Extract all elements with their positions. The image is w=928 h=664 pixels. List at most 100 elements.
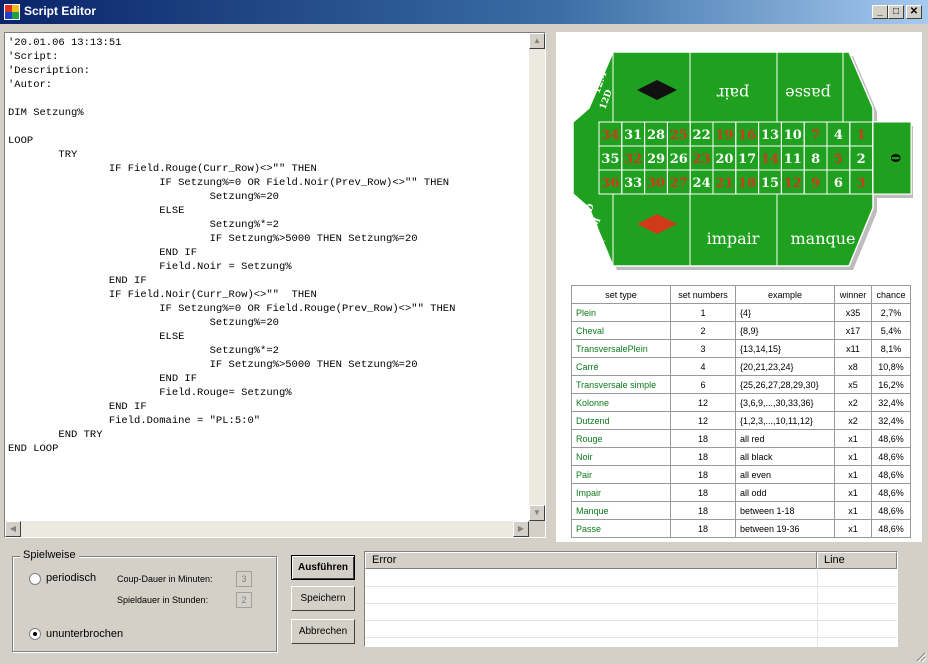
code-editor[interactable]: '20.01.06 13:13:51 'Script: 'Description…: [4, 32, 546, 538]
scroll-right-icon[interactable]: ▶: [513, 521, 529, 537]
scroll-up-icon[interactable]: ▲: [529, 33, 545, 49]
coup-dauer-field[interactable]: 3: [236, 571, 252, 587]
table-row: Transversale simple 6 {25,26,27,28,29,30} x…: [571, 375, 911, 394]
table-cell: {8,9}: [735, 321, 835, 340]
table-cell: {25,26,27,28,29,30}: [735, 375, 835, 394]
scroll-left-icon[interactable]: ◀: [5, 521, 21, 537]
number-label: 25: [670, 128, 688, 143]
run-button[interactable]: Ausführen: [291, 555, 355, 580]
table-row: Dutzend 12 {1,2,3,...,10,11,12} x2 32,4%: [571, 411, 911, 430]
passe-label: passe: [785, 84, 831, 103]
table-row: Noir 18 all black x1 48,6%: [571, 447, 911, 466]
table-header-cell: chance: [871, 285, 911, 304]
table-row: Cheval 2 {8,9} x17 5,4%: [571, 321, 911, 340]
number-label: 6: [834, 176, 843, 191]
number-label: 16: [738, 128, 756, 143]
table-cell: {20,21,23,24}: [735, 357, 835, 376]
table-cell: 4: [670, 357, 736, 376]
maximize-button[interactable]: □: [888, 5, 904, 19]
table-cell: 48,6%: [871, 465, 911, 484]
scroll-corner: [529, 521, 545, 537]
table-header-cell: example: [735, 285, 835, 304]
minimize-button[interactable]: _: [872, 5, 888, 19]
title-bar[interactable]: [0, 0, 928, 24]
table-cell: 48,6%: [871, 447, 911, 466]
periodisch-label[interactable]: periodisch: [46, 572, 96, 584]
error-list[interactable]: Error Line: [364, 551, 898, 647]
number-label: 23: [693, 152, 711, 167]
table-cell: 12: [670, 411, 736, 430]
grid-column-divider: [817, 569, 818, 646]
spielweise-legend: Spielweise: [20, 549, 79, 561]
table-cell: Carré: [571, 357, 671, 376]
table-cell: Rouge: [571, 429, 671, 448]
table-cell: 12: [670, 393, 736, 412]
number-label: 11: [784, 152, 802, 167]
table-cell: x1: [834, 465, 872, 484]
spieldauer-field[interactable]: 2: [236, 592, 252, 608]
table-header-cell: winner: [834, 285, 872, 304]
ununterbrochen-label[interactable]: ununterbrochen: [46, 628, 123, 640]
table-cell: all even: [735, 465, 835, 484]
spieldauer-label: Spieldauer in Stunden:: [117, 595, 209, 605]
number-label: 3: [857, 176, 866, 191]
roulette-table: 34 31 28 25 22 19 16 13 10 7 4 135 32 29 26 23 20 17 14 11 8…: [573, 51, 913, 270]
code-text[interactable]: '20.01.06 13:13:51 'Script: 'Description…: [8, 36, 528, 516]
table-row: Impair 18 all odd x1 48,6%: [571, 483, 911, 502]
table-cell: 2: [670, 321, 736, 340]
cancel-button[interactable]: Abbrechen: [291, 619, 355, 644]
table-cell: all black: [735, 447, 835, 466]
table-cell: x5: [834, 375, 872, 394]
table-cell: 32,4%: [871, 411, 911, 430]
table-row: Plein 1 {4} x35 2,7%: [571, 303, 911, 322]
table-cell: 3: [670, 339, 736, 358]
table-cell: x35: [834, 303, 872, 322]
error-column-header[interactable]: Error: [365, 552, 817, 569]
table-cell: x2: [834, 393, 872, 412]
number-label: 5: [834, 152, 843, 167]
number-label: 26: [670, 152, 688, 167]
line-column-header[interactable]: Line: [817, 552, 897, 569]
table-row: Carré 4 {20,21,23,24} x8 10,8%: [571, 357, 911, 376]
table-row: TransversalePlein 3 {13,14,15} x11 8,1%: [571, 339, 911, 358]
table-header-cell: set numbers: [670, 285, 736, 304]
table-cell: Plein: [571, 303, 671, 322]
periodisch-radio[interactable]: [29, 573, 41, 585]
table-cell: {1,2,3,...,10,11,12}: [735, 411, 835, 430]
number-label: 7: [811, 128, 820, 143]
number-label: 13: [761, 128, 779, 143]
number-label: 17: [738, 152, 756, 167]
table-cell: x17: [834, 321, 872, 340]
resize-grip-icon[interactable]: [914, 650, 926, 662]
manque-label: manque: [790, 229, 855, 248]
ununterbrochen-radio[interactable]: [29, 628, 41, 640]
vertical-scrollbar[interactable]: ▲ ▼: [529, 33, 545, 521]
table-cell: 18: [670, 501, 736, 520]
zero-label: 0: [887, 153, 902, 162]
number-label: 12: [784, 176, 802, 191]
table-cell: 10,8%: [871, 357, 911, 376]
save-button[interactable]: Speichern: [291, 586, 355, 611]
close-button[interactable]: ✕: [906, 5, 922, 19]
table-cell: 32,4%: [871, 393, 911, 412]
table-cell: Dutzend: [571, 411, 671, 430]
number-label: 31: [624, 128, 642, 143]
number-label: 8: [811, 152, 820, 167]
table-cell: 48,6%: [871, 519, 911, 538]
number-label: 2: [857, 152, 866, 167]
table-cell: Manque: [571, 501, 671, 520]
number-label: 35: [601, 152, 619, 167]
table-cell: 16,2%: [871, 375, 911, 394]
number-label: 15: [761, 176, 779, 191]
table-cell: 18: [670, 429, 736, 448]
table-cell: x1: [834, 483, 872, 502]
number-label: 9: [811, 176, 820, 191]
table-row: Pair 18 all even x1 48,6%: [571, 465, 911, 484]
scroll-down-icon[interactable]: ▼: [529, 505, 545, 521]
reference-panel: 34 31 28 25 22 19 16 13 10 7 4 1 35 32 29 26 23 20 17 14 11 8…: [556, 32, 922, 542]
table-cell: x1: [834, 501, 872, 520]
table-cell: Impair: [571, 483, 671, 502]
table-cell: 48,6%: [871, 501, 911, 520]
horizontal-scrollbar[interactable]: ◀ ▶: [5, 521, 529, 537]
table-cell: Pair: [571, 465, 671, 484]
